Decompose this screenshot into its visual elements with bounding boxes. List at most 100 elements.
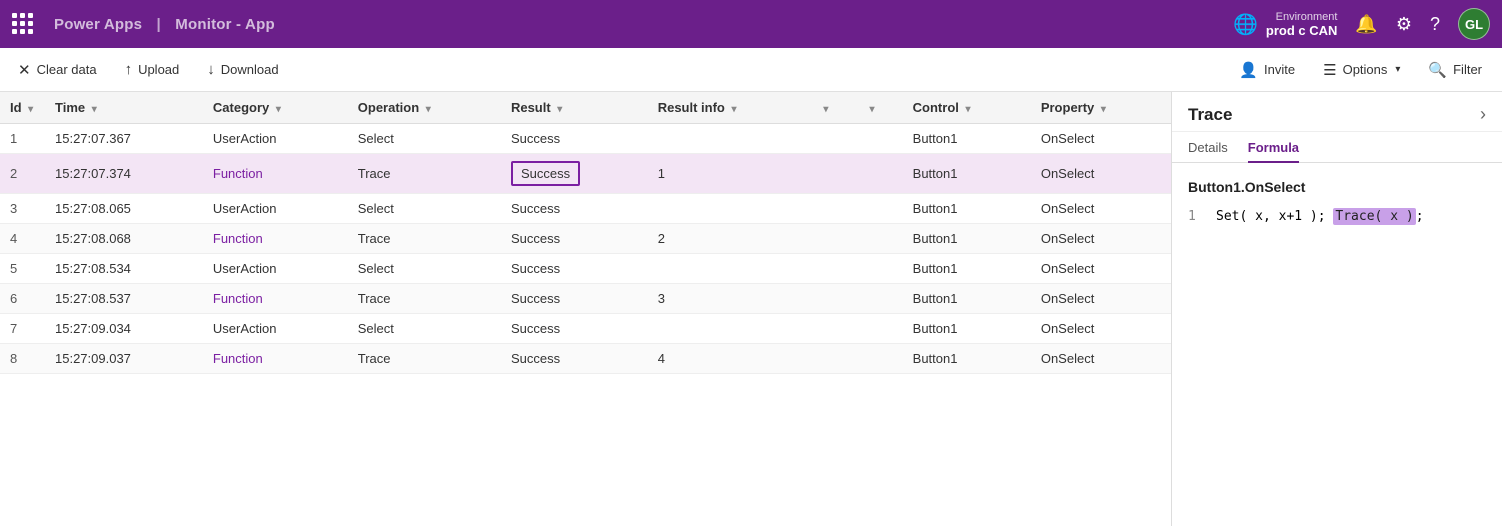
invite-button[interactable]: 👤 Invite (1235, 57, 1299, 83)
options-button[interactable]: ☰ Options ▾ (1319, 57, 1404, 83)
table-cell: Success (501, 344, 648, 374)
table-row[interactable]: 115:27:07.367UserActionSelectSuccessButt… (0, 124, 1171, 154)
table-cell: Button1 (903, 194, 1031, 224)
table-cell: Success (501, 284, 648, 314)
table-cell: Success (501, 124, 648, 154)
upload-button[interactable]: ↑ Upload (123, 57, 182, 82)
code-after: ; (1416, 209, 1424, 224)
clear-data-button[interactable]: ✕ Clear data (16, 57, 99, 83)
table-cell: UserAction (203, 314, 348, 344)
table-cell (810, 154, 856, 194)
table-cell: Function (203, 284, 348, 314)
table-cell (810, 194, 856, 224)
download-button[interactable]: ↓ Download (205, 57, 280, 82)
table-cell: Button1 (903, 124, 1031, 154)
table-cell: 15:27:08.534 (45, 254, 203, 284)
col-header-time[interactable]: Time ▾ (45, 92, 203, 124)
formula-code: 1 Set( x, x+1 ); Trace( x ); (1188, 209, 1486, 224)
help-icon[interactable]: ? (1430, 14, 1440, 35)
code-before: Set( x, x+1 ); (1216, 209, 1333, 224)
table-cell: UserAction (203, 124, 348, 154)
table-cell: 15:27:08.537 (45, 284, 203, 314)
table-cell: Select (348, 194, 501, 224)
col-header-category[interactable]: Category ▾ (203, 92, 348, 124)
table-row[interactable]: 415:27:08.068FunctionTraceSuccess2Button… (0, 224, 1171, 254)
col-header-result-info[interactable]: Result info ▾ (648, 92, 811, 124)
table-cell: UserAction (203, 254, 348, 284)
right-panel-close-icon[interactable]: › (1480, 104, 1486, 125)
table-cell: Trace (348, 284, 501, 314)
table-cell (857, 344, 903, 374)
table-cell: 4 (648, 344, 811, 374)
table-cell (810, 124, 856, 154)
col-header-control[interactable]: Control ▾ (903, 92, 1031, 124)
table-cell (648, 254, 811, 284)
table-cell: 4 (0, 224, 45, 254)
table-cell: Success (501, 224, 648, 254)
settings-icon[interactable]: ⚙ (1396, 14, 1412, 35)
line-number: 1 (1188, 209, 1204, 224)
topbar-right: 🌐 Environment prod c CAN 🔔 ⚙ ? GL (1233, 8, 1490, 40)
table-cell (810, 224, 856, 254)
col-header-col8[interactable]: ▾ (857, 92, 903, 124)
table-cell (648, 314, 811, 344)
col-header-operation[interactable]: Operation ▾ (348, 92, 501, 124)
right-panel-title: Trace (1188, 105, 1232, 125)
app-launcher-icon[interactable] (12, 13, 34, 35)
table-cell: Select (348, 124, 501, 154)
table-row[interactable]: 815:27:09.037FunctionTraceSuccess4Button… (0, 344, 1171, 374)
table-cell: OnSelect (1031, 314, 1171, 344)
table-cell: Select (348, 254, 501, 284)
filter-button[interactable]: 🔍 Filter (1424, 57, 1486, 83)
table-cell (857, 254, 903, 284)
environment-info: Environment prod c CAN (1266, 11, 1338, 38)
right-panel-tabs: Details Formula (1172, 132, 1502, 163)
table-cell: OnSelect (1031, 224, 1171, 254)
table-cell: Select (348, 314, 501, 344)
table-cell: 7 (0, 314, 45, 344)
table-header-row: Id ▾ Time ▾ Category ▾ Operation ▾ Resul… (0, 92, 1171, 124)
table-cell (857, 314, 903, 344)
col-header-result[interactable]: Result ▾ (501, 92, 648, 124)
table-row[interactable]: 215:27:07.374FunctionTraceSuccess1Button… (0, 154, 1171, 194)
table-cell: UserAction (203, 194, 348, 224)
table-cell: Trace (348, 224, 501, 254)
avatar[interactable]: GL (1458, 8, 1490, 40)
table-cell: Function (203, 224, 348, 254)
col-header-property[interactable]: Property ▾ (1031, 92, 1171, 124)
toolbar-right: 👤 Invite ☰ Options ▾ 🔍 Filter (1235, 57, 1486, 83)
table-cell (857, 284, 903, 314)
table-row[interactable]: 715:27:09.034UserActionSelectSuccessButt… (0, 314, 1171, 344)
table-cell: 2 (648, 224, 811, 254)
data-table-container: Id ▾ Time ▾ Category ▾ Operation ▾ Resul… (0, 92, 1172, 526)
table-cell: 15:27:08.065 (45, 194, 203, 224)
table-cell (857, 194, 903, 224)
table-cell: Function (203, 344, 348, 374)
tab-formula[interactable]: Formula (1248, 132, 1299, 163)
tab-details[interactable]: Details (1188, 132, 1228, 163)
table-cell (810, 254, 856, 284)
col-header-id[interactable]: Id ▾ (0, 92, 45, 124)
table-cell: 3 (0, 194, 45, 224)
table-cell: 15:27:07.367 (45, 124, 203, 154)
table-cell: Button1 (903, 314, 1031, 344)
table-row[interactable]: 515:27:08.534UserActionSelectSuccessButt… (0, 254, 1171, 284)
table-cell: 5 (0, 254, 45, 284)
col-header-col7[interactable]: ▾ (810, 92, 856, 124)
table-cell (810, 314, 856, 344)
table-cell: 15:27:09.034 (45, 314, 203, 344)
right-panel-header: Trace › (1172, 92, 1502, 132)
notification-icon[interactable]: 🔔 (1355, 14, 1377, 35)
table-cell: Trace (348, 154, 501, 194)
app-title: Power Apps | Monitor - App (50, 16, 1223, 33)
main-area: Id ▾ Time ▾ Category ▾ Operation ▾ Resul… (0, 92, 1502, 526)
table-cell: Button1 (903, 254, 1031, 284)
environment-block[interactable]: 🌐 Environment prod c CAN (1233, 11, 1337, 38)
table-cell (648, 124, 811, 154)
formula-code-content: Set( x, x+1 ); Trace( x ); (1216, 209, 1424, 224)
table-cell: 15:27:08.068 (45, 224, 203, 254)
table-row[interactable]: 615:27:08.537FunctionTraceSuccess3Button… (0, 284, 1171, 314)
table-row[interactable]: 315:27:08.065UserActionSelectSuccessButt… (0, 194, 1171, 224)
formula-title: Button1.OnSelect (1188, 179, 1486, 195)
options-chevron-icon: ▾ (1395, 64, 1400, 75)
